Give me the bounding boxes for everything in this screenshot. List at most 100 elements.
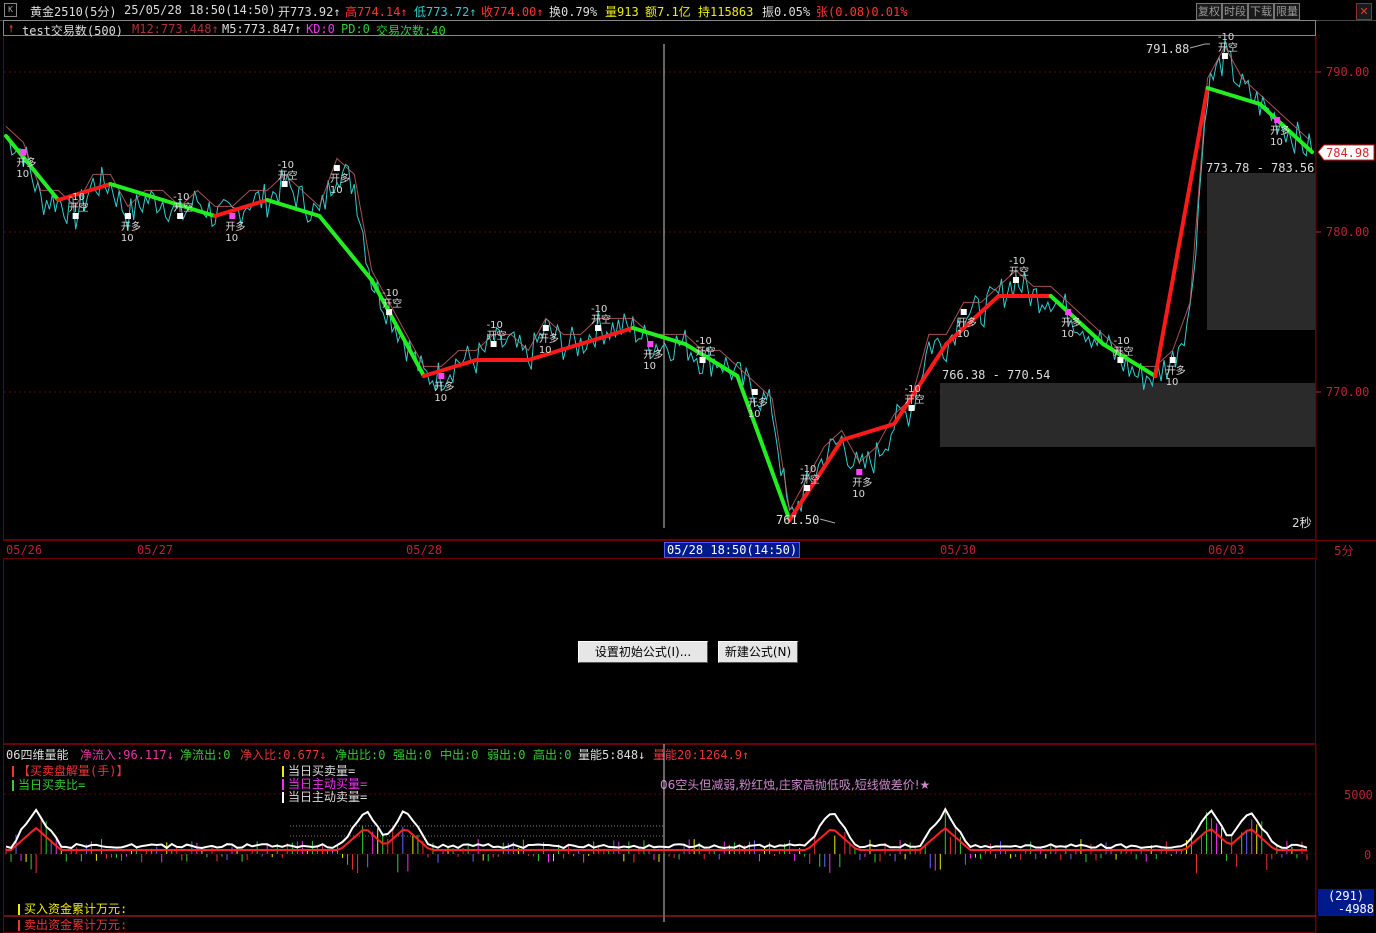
trend-segment (526, 342, 583, 362)
signal-label: 10 (852, 489, 865, 500)
signal-label: 开空 (1218, 41, 1238, 54)
signal-label: 开多 (16, 156, 36, 169)
signal-marker (1274, 117, 1281, 123)
signal-label: -10 (278, 160, 294, 171)
signal-label: 开多 (225, 220, 245, 233)
signal-label: 开空 (1113, 345, 1133, 358)
signal-label: 开多 (434, 380, 454, 393)
low-leader-line (819, 518, 836, 524)
signal-label: 开多 (1061, 316, 1081, 329)
signal-label: 10 (957, 329, 970, 340)
buy-cumulative-label: 买入资金累计万元: (18, 900, 127, 917)
vol-y-tick-0: 0 (1364, 848, 1372, 862)
main-chart: 开多10-10开空开多10-10开空开多10-10开空 开多10-10开空开多10… (4, 32, 1375, 560)
signal-marker (751, 389, 758, 395)
vol-y-tick-5000: 5000 (1344, 788, 1373, 802)
date-0526: 05/26 (6, 543, 43, 557)
signal-marker (229, 213, 236, 219)
range-label-lower: 766.38 - 770.54 (942, 368, 1051, 382)
signal-label: 开多 (1166, 364, 1186, 377)
signal-label: 开多 (330, 172, 350, 185)
trend-segment (265, 198, 322, 218)
signal-marker (647, 341, 654, 347)
signal-label: 10 (539, 345, 552, 356)
signal-marker (960, 309, 967, 315)
new-formula-button[interactable]: 新建公式(N) (718, 641, 798, 663)
signal-marker (124, 213, 131, 219)
signal-label: 开多 (1270, 124, 1290, 137)
high-leader-line (1189, 43, 1210, 49)
signal-label: -10 (1009, 256, 1025, 267)
trend-segment (1205, 86, 1262, 106)
y-tick-770: 770.00 (1326, 385, 1370, 399)
signal-label: 10 (748, 409, 761, 420)
signal-label: 开多 (539, 332, 559, 345)
signal-label: 10 (643, 361, 656, 372)
period-label[interactable]: 5分 (1334, 542, 1354, 559)
trend-segments (4, 86, 1314, 522)
date-0530: 05/30 (940, 543, 977, 557)
signal-label: -10 (69, 192, 85, 203)
volume-ma5-line (5, 807, 1308, 850)
sell-cumulative-label: 卖出资金累计万元: (18, 916, 127, 933)
signal-label: -10 (696, 336, 712, 347)
signal-label: -10 (173, 192, 189, 203)
date-0527: 05/27 (137, 543, 174, 557)
y-tick-780: 780.00 (1326, 225, 1370, 239)
set-initial-formula-button[interactable]: 设置初始公式(I)... (578, 641, 708, 663)
signal-label: 开多 (121, 220, 141, 233)
signal-label: -10 (591, 304, 607, 315)
volume-chart (4, 744, 1317, 933)
range-zone-upper (1207, 173, 1316, 330)
low-price-label: 761.50 (776, 513, 820, 527)
signal-marker (1065, 309, 1072, 315)
signal-label: 开多 (643, 348, 663, 361)
signal-label: 开空 (69, 201, 89, 214)
signal-marker (20, 149, 27, 155)
signal-label: 10 (1166, 377, 1179, 388)
signal-label: 开空 (278, 169, 298, 182)
date-0603: 06/03 (1208, 543, 1245, 557)
signal-label: 开空 (173, 201, 193, 214)
trend-segment (839, 422, 897, 442)
date-0528: 05/28 (406, 543, 443, 557)
signal-label: -10 (487, 320, 503, 331)
refresh-timer: 2秒 (1292, 516, 1312, 530)
signal-marker (1169, 357, 1176, 363)
signal-label: 开多 (957, 316, 977, 329)
signal-label: 10 (434, 393, 447, 404)
trend-segment (421, 358, 479, 378)
signal-label: 开空 (487, 329, 507, 342)
trend-segment (630, 326, 688, 346)
signal-label: -10 (904, 384, 920, 395)
trend-segment (578, 326, 635, 346)
signal-label: -10 (1113, 336, 1129, 347)
trend-segment (212, 198, 270, 218)
signal-marker (333, 165, 340, 171)
value-box-amount: -4988 (1318, 902, 1374, 916)
cursor-time-label: 05/28 18:50(14:50) (664, 542, 801, 558)
range-label-upper: 773.78 - 783.56 (1206, 161, 1315, 175)
signal-label: -10 (800, 464, 816, 475)
signal-label: 10 (1270, 137, 1283, 148)
current-price-tag: 784.98 (1326, 146, 1370, 160)
signal-label: 开多 (748, 396, 768, 409)
y-tick-790: 790.00 (1326, 65, 1370, 79)
signal-label: 开空 (696, 345, 716, 358)
range-zone-lower (940, 383, 1316, 447)
signal-label: 开空 (1009, 265, 1029, 278)
signal-label: -10 (382, 288, 398, 299)
signal-label: 10 (1061, 329, 1074, 340)
signal-marker (542, 325, 549, 331)
signal-label: 开空 (904, 393, 924, 406)
signal-label: 开多 (852, 476, 872, 489)
signal-label: 开空 (800, 473, 820, 486)
high-price-label: 791.88 (1146, 42, 1190, 56)
signal-marker (856, 469, 863, 475)
signal-label: 开空 (382, 297, 402, 310)
volume-bars (5, 811, 1308, 874)
value-box-count: (291) (1318, 889, 1374, 903)
signal-label: 10 (16, 169, 29, 180)
signal-marker (438, 373, 445, 379)
signal-label: 10 (121, 233, 134, 244)
